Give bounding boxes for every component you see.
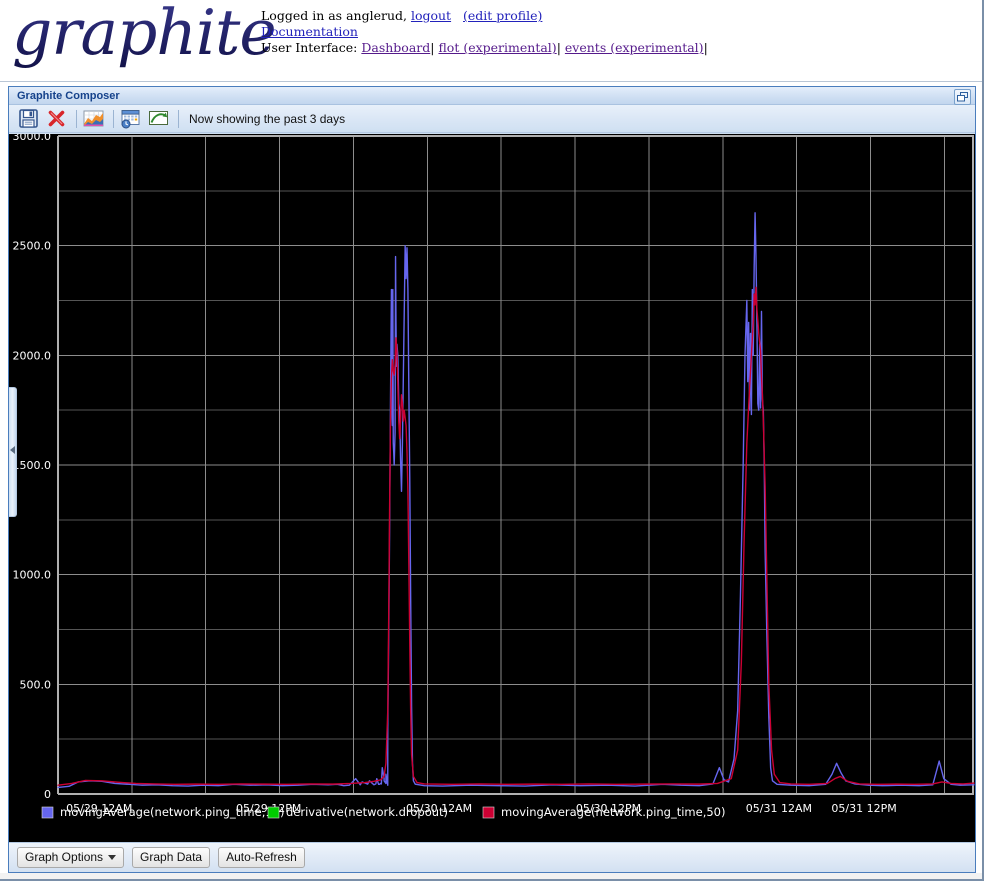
logout-link[interactable]: logout [411, 8, 451, 23]
time-range-status: Now showing the past 3 days [189, 111, 346, 126]
panel-collapse-handle[interactable] [9, 387, 17, 517]
chevron-left-icon [10, 446, 15, 454]
graph-legend: movingAverage(network.ping_time,10) deriv… [41, 805, 726, 819]
svg-text:05/31 12AM: 05/31 12AM [746, 802, 812, 815]
auto-refresh-button[interactable]: Auto-Refresh [218, 847, 305, 868]
graph-background [9, 134, 975, 845]
composer-toolbar: Now showing the past 3 days [9, 105, 975, 133]
login-row: Logged in as anglerud, logout (edit prof… [261, 8, 708, 24]
graph-canvas[interactable]: 0 500.0 1000.0 1500.0 2000.0 2500.0 3000.0 05/… [9, 134, 975, 845]
login-status-text: Logged in as anglerud, [261, 8, 407, 23]
edit-profile-link[interactable]: (edit profile) [463, 8, 542, 23]
window-bottom-edge [0, 873, 982, 879]
flot-link[interactable]: flot (experimental) [438, 40, 556, 55]
save-icon[interactable] [18, 108, 40, 130]
svg-text:1000.0: 1000.0 [13, 569, 52, 582]
graph-options-icon[interactable] [83, 108, 105, 130]
ui-row: User Interface: Dashboard| flot (experim… [261, 40, 708, 56]
legend-item[interactable]: derivative(network.dropout) [267, 805, 448, 819]
legend-label: derivative(network.dropout) [286, 805, 448, 819]
page-banner: graphite Logged in as anglerud, logout (… [0, 0, 982, 82]
dashboard-link[interactable]: Dashboard [361, 40, 430, 55]
graphite-composer-window: Graphite Composer Now showing the past 3… [8, 86, 976, 873]
graph-options-button[interactable]: Graph Options [17, 847, 125, 868]
composer-title-bar: Graphite Composer [9, 87, 975, 105]
svg-text:1500.0: 1500.0 [13, 459, 52, 472]
graph-svg: 0 500.0 1000.0 1500.0 2000.0 2500.0 3000.0 05/… [9, 134, 975, 845]
graphite-page: graphite Logged in as anglerud, logout (… [0, 0, 984, 881]
toolbar-separator-3 [178, 109, 179, 128]
svg-text:0: 0 [44, 788, 51, 801]
events-link[interactable]: events (experimental) [565, 40, 704, 55]
toolbar-separator-1 [76, 109, 77, 128]
share-icon[interactable] [148, 108, 170, 130]
legend-label: movingAverage(network.ping_time,50) [501, 805, 726, 819]
restore-window-icon[interactable] [954, 89, 971, 105]
svg-text:2000.0: 2000.0 [13, 349, 52, 362]
svg-text:05/31 12PM: 05/31 12PM [831, 802, 896, 815]
header-links: Logged in as anglerud, logout (edit prof… [261, 8, 708, 56]
toolbar-separator-2 [113, 109, 114, 128]
ui-prefix-label: User Interface: [261, 40, 358, 55]
legend-item[interactable]: movingAverage(network.ping_time,10) [41, 805, 285, 819]
graph-options-button-label: Graph Options [25, 850, 104, 864]
documentation-row: Documentation [261, 24, 708, 40]
graph-data-button[interactable]: Graph Data [132, 847, 211, 868]
legend-label: movingAverage(network.ping_time,10) [60, 805, 285, 819]
svg-text:2500.0: 2500.0 [13, 240, 52, 253]
composer-title-label: Graphite Composer [17, 90, 120, 102]
date-range-icon[interactable] [120, 108, 142, 130]
documentation-link[interactable]: Documentation [261, 24, 358, 39]
composer-footer-bar: Graph Options Graph Data Auto-Refresh [9, 842, 975, 872]
delete-icon[interactable] [46, 108, 68, 130]
graphite-logo: graphite [12, 0, 277, 73]
link-separator-2: | [556, 40, 561, 55]
chevron-down-icon [108, 855, 117, 861]
link-separator-3: | [703, 40, 708, 55]
svg-text:3000.0: 3000.0 [13, 134, 52, 143]
svg-text:500.0: 500.0 [20, 678, 52, 691]
legend-item[interactable]: movingAverage(network.ping_time,50) [482, 805, 726, 819]
link-separator-1: | [430, 40, 435, 55]
